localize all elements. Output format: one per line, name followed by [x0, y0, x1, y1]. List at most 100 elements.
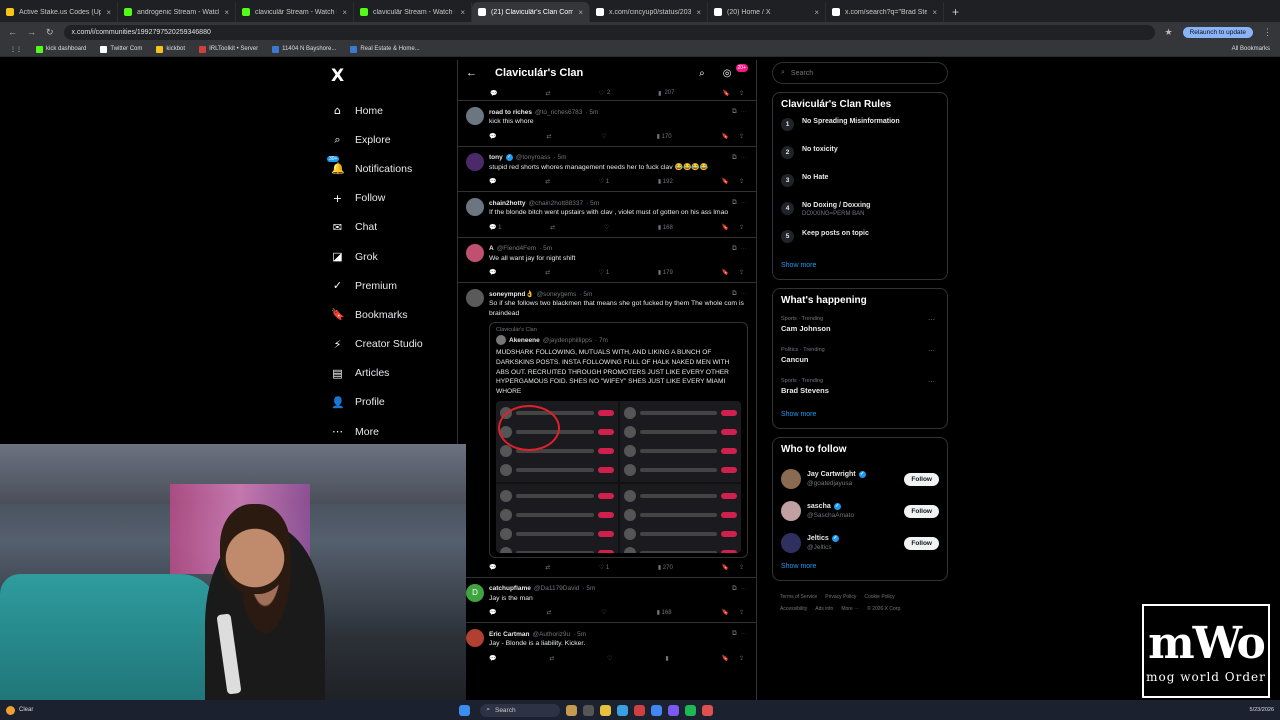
- browser-tab[interactable]: (20) Home / X ×: [708, 2, 826, 22]
- edge-icon[interactable]: [617, 704, 629, 716]
- reply-icon[interactable]: 💬: [490, 90, 497, 97]
- post-author-handle[interactable]: @Flend4Fem: [497, 245, 536, 252]
- post-author-handle[interactable]: @Authoriz9u: [532, 631, 570, 638]
- bookmark-icon[interactable]: 🔖: [721, 178, 728, 185]
- community-icon[interactable]: ◎: [723, 68, 732, 79]
- share-icon[interactable]: ⇪: [739, 178, 744, 185]
- trend-more-icon[interactable]: ⋯: [928, 378, 935, 386]
- relaunch-button[interactable]: Relaunch to update: [1182, 26, 1253, 38]
- post-author-handle[interactable]: @to_riches6783: [535, 109, 582, 116]
- post-author-name[interactable]: chain2hotty: [489, 200, 525, 207]
- like-button[interactable]: ♡ 1: [599, 564, 609, 571]
- browser-tab[interactable]: androgenic Stream - Watch Live ×: [118, 2, 236, 22]
- post-author-name[interactable]: catchupflame: [489, 585, 531, 592]
- browser-tab[interactable]: (21) Claviculär's Clan Community ×: [472, 2, 590, 22]
- post-time[interactable]: · 5m: [582, 585, 595, 592]
- post-author-handle[interactable]: @soneygems: [537, 291, 577, 298]
- post-time[interactable]: · 5m: [586, 200, 599, 207]
- views-count[interactable]: ▮: [665, 655, 668, 662]
- account-name[interactable]: Jay Cartwright: [807, 471, 856, 478]
- wtf-show-more-link[interactable]: Show more: [781, 563, 939, 570]
- bookmark-icon[interactable]: 🔖: [721, 655, 728, 662]
- nav-item-creator-studio[interactable]: ⚡ Creator Studio: [320, 330, 450, 359]
- reply-button[interactable]: 💬 1: [489, 224, 501, 231]
- views-count[interactable]: ▮ 168: [658, 224, 673, 231]
- search-input[interactable]: ⌕ Search: [772, 62, 948, 84]
- x-logo-icon[interactable]: X: [331, 66, 450, 86]
- bookmark-link[interactable]: Twitter Com: [100, 45, 142, 53]
- post[interactable]: tony ✓ @tonyroass · 5m ⧉ ⋯ stupid red shorts …: [458, 145, 756, 192]
- bookmark-link[interactable]: kick dashboard: [36, 45, 86, 53]
- repost-button[interactable]: ⇄: [545, 178, 550, 185]
- post-author-handle[interactable]: @tonyroass: [516, 154, 551, 161]
- trend-more-icon[interactable]: ⋯: [928, 316, 935, 324]
- nav-item-grok[interactable]: ◪ Grok: [320, 242, 450, 271]
- bookmark-icon[interactable]: 🔖: [721, 133, 728, 140]
- reply-button[interactable]: 💬: [489, 178, 496, 185]
- views-count[interactable]: ▮ 192: [658, 178, 673, 185]
- community-rule[interactable]: 4 No Doxing / Doxxing DOXXING=PERM BAN: [781, 202, 939, 230]
- browser-tab[interactable]: x.com/search?q="Brad Stevens" ×: [826, 2, 944, 22]
- community-rule[interactable]: 3 No Hate: [781, 174, 939, 202]
- app-icon[interactable]: [583, 704, 595, 716]
- bookmark-link[interactable]: 11404 N Bayshore...: [272, 45, 336, 53]
- back-arrow-icon[interactable]: ←: [466, 67, 477, 79]
- post[interactable]: road to riches @to_riches6783 · 5m ⧉ ⋯ kick …: [458, 100, 756, 146]
- nav-item-more[interactable]: ⋯ More: [320, 417, 450, 446]
- post-more-icon[interactable]: ⧉ ⋯: [732, 154, 748, 162]
- nav-item-follow[interactable]: + Follow: [320, 184, 450, 213]
- share-icon[interactable]: ⇪: [739, 133, 744, 140]
- nav-item-explore[interactable]: ⌕ Explore: [320, 125, 450, 154]
- post-author-name[interactable]: A: [489, 245, 494, 252]
- star-icon[interactable]: ★: [1165, 27, 1173, 38]
- like-button[interactable]: ♡ 1: [599, 178, 609, 185]
- app-icon[interactable]: [634, 704, 646, 716]
- back-arrow-icon[interactable]: ←: [8, 27, 17, 37]
- like-button[interactable]: ♡: [601, 133, 606, 140]
- quoted-screenshot-image[interactable]: [496, 400, 741, 553]
- bookmark-link[interactable]: IRLToolkit • Server: [199, 45, 258, 53]
- post[interactable]: A @Flend4Fem · 5m ⧉ ⋯ We all want jay for ni…: [458, 236, 756, 283]
- avatar[interactable]: D: [466, 583, 484, 602]
- tab-close-icon[interactable]: ×: [460, 8, 465, 17]
- avatar[interactable]: [466, 289, 484, 307]
- tab-close-icon[interactable]: ×: [224, 8, 229, 17]
- app-icon[interactable]: [566, 704, 578, 716]
- post[interactable]: chain2hotty @chain2hott88337 · 5m ⧉ ⋯ If the…: [458, 191, 756, 237]
- share-icon[interactable]: ⇪: [739, 269, 744, 276]
- share-icon[interactable]: ⇪: [739, 564, 744, 571]
- views-count[interactable]: ▮ 168: [657, 609, 672, 616]
- account-name[interactable]: Jeltics: [807, 535, 829, 542]
- reply-button[interactable]: 💬: [489, 269, 496, 276]
- post-time[interactable]: · 5m: [554, 154, 567, 161]
- post[interactable]: Eric Cartman @Authoriz9u · 5m ⧉ ⋯ Jay - Blon…: [458, 622, 756, 668]
- post-more-icon[interactable]: ⧉ ⋯: [732, 290, 748, 298]
- post-time[interactable]: · 5m: [585, 109, 598, 116]
- tab-close-icon[interactable]: ×: [814, 8, 819, 17]
- views-count[interactable]: ▮ 207: [658, 90, 674, 97]
- post-time[interactable]: · 5m: [539, 245, 552, 252]
- post-more-icon[interactable]: ⧉ ⋯: [732, 585, 748, 593]
- browser-tab[interactable]: claviculär Stream - Watch Live ×: [236, 2, 354, 22]
- bookmark-icon[interactable]: 🔖: [721, 609, 728, 616]
- quoted-post[interactable]: Claviculár's Clan Akeneene @jaydenphillipp…: [489, 322, 748, 558]
- footer-link[interactable]: © 2026 X Corp.: [867, 606, 902, 612]
- avatar[interactable]: [781, 501, 801, 521]
- repost-button[interactable]: ⇄: [550, 224, 555, 231]
- tab-close-icon[interactable]: ×: [342, 8, 347, 17]
- footer-link[interactable]: Cookie Policy: [864, 594, 894, 600]
- trend-item[interactable]: Sports · Trending Cam Johnson ⋯: [781, 314, 939, 345]
- like-button[interactable]: ♡: [607, 655, 612, 662]
- footer-link[interactable]: Privacy Policy: [825, 594, 856, 600]
- follow-button[interactable]: Follow: [904, 504, 939, 518]
- share-icon[interactable]: ⇪: [739, 90, 744, 97]
- share-icon[interactable]: ⇪: [739, 224, 744, 231]
- reply-button[interactable]: 💬: [489, 609, 496, 616]
- chrome-icon[interactable]: [651, 704, 663, 716]
- rules-show-more-link[interactable]: Show more: [781, 262, 939, 269]
- nav-item-chat[interactable]: ✉ Chat: [320, 213, 450, 242]
- repost-button[interactable]: ⇄: [549, 655, 554, 662]
- views-count[interactable]: ▮ 170: [657, 133, 672, 140]
- new-tab-icon[interactable]: +: [944, 2, 967, 22]
- taskbar-search[interactable]: ⌕ Search: [480, 703, 561, 717]
